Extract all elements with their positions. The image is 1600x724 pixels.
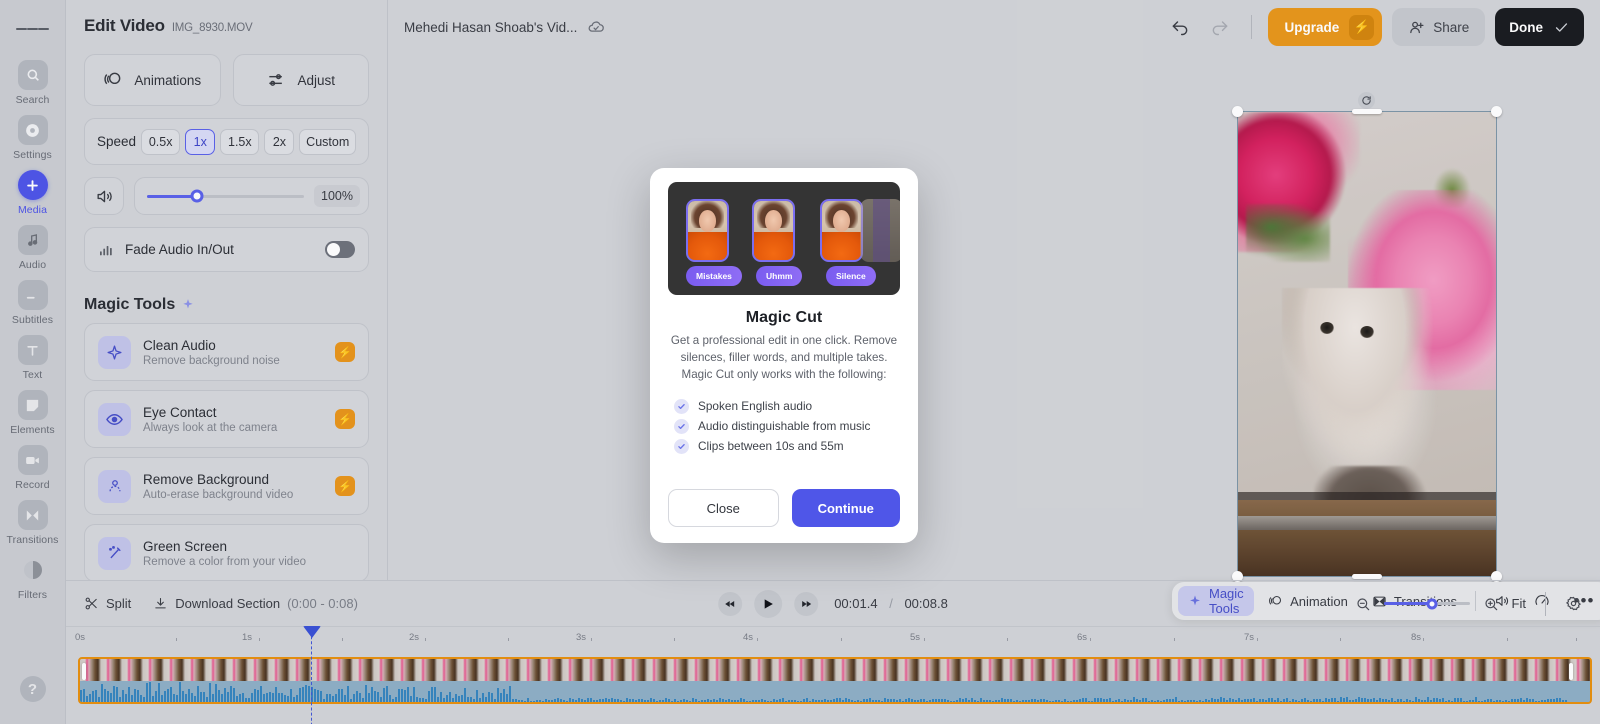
check-icon: [674, 438, 689, 454]
hero-thumbnail: [820, 199, 863, 262]
video-editor-app: Search Settings Media Audio Subtitles Te…: [0, 0, 1600, 724]
close-button[interactable]: Close: [668, 489, 779, 527]
requirement-label: Audio distinguishable from music: [698, 419, 871, 434]
hero-thumbnail: [752, 199, 795, 262]
requirement-item: Spoken English audio: [674, 396, 900, 416]
requirement-item: Audio distinguishable from music: [674, 416, 900, 436]
continue-button[interactable]: Continue: [791, 489, 900, 527]
check-icon: [674, 418, 689, 434]
hero-thumbnail: [686, 199, 729, 262]
magic-cut-modal: Mistakes Uhmm Silence Magic Cut Get a pr…: [650, 168, 918, 543]
hero-pill-silence: Silence: [826, 266, 876, 286]
modal-requirements-list: Spoken English audio Audio distinguishab…: [668, 396, 900, 456]
check-icon: [674, 398, 689, 414]
hero-pill-mistakes: Mistakes: [686, 266, 742, 286]
hero-pill-uhmm: Uhmm: [756, 266, 803, 286]
requirement-item: Clips between 10s and 55m: [674, 436, 900, 456]
magic-cut-hero: Mistakes Uhmm Silence: [668, 182, 900, 295]
hero-thumbnail-ghost: [860, 199, 900, 262]
modal-title: Magic Cut: [745, 309, 823, 326]
requirement-label: Clips between 10s and 55m: [698, 439, 844, 454]
requirement-label: Spoken English audio: [698, 399, 813, 414]
modal-actions: Close Continue: [668, 489, 900, 527]
modal-description: Get a professional edit in one click. Re…: [670, 334, 898, 381]
